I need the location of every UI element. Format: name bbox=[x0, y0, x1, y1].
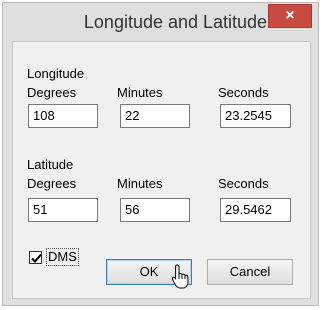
dialog-body: Longitude Degrees Minutes Seconds 108 22… bbox=[12, 41, 311, 299]
close-icon: × bbox=[285, 7, 295, 24]
longitude-seconds-label: Seconds bbox=[218, 85, 269, 100]
longitude-degrees-input[interactable]: 108 bbox=[28, 104, 98, 128]
latitude-seconds-label: Seconds bbox=[218, 176, 269, 191]
dms-checkbox-label[interactable]: DMS bbox=[46, 248, 79, 266]
latitude-section-label: Latitude bbox=[27, 157, 74, 172]
latitude-minutes-label: Minutes bbox=[117, 176, 163, 191]
longitude-degrees-label: Degrees bbox=[27, 85, 77, 100]
latitude-degrees-input[interactable]: 51 bbox=[28, 198, 98, 222]
close-button[interactable]: × bbox=[268, 4, 312, 28]
longitude-section-label: Longitude bbox=[27, 66, 85, 81]
latitude-minutes-input[interactable]: 56 bbox=[120, 198, 190, 222]
checkmark-icon bbox=[31, 253, 42, 263]
latitude-degrees-label: Degrees bbox=[27, 176, 77, 191]
mouse-pointer-icon bbox=[171, 264, 189, 289]
latitude-seconds-input[interactable]: 29.5462 bbox=[220, 198, 291, 222]
dms-checkbox[interactable] bbox=[29, 251, 42, 264]
longitude-seconds-input[interactable]: 23.2545 bbox=[220, 104, 291, 128]
cancel-button[interactable]: Cancel bbox=[207, 259, 293, 285]
longitude-minutes-label: Minutes bbox=[117, 85, 163, 100]
dialog-window: Longitude and Latitude × Longitude Degre… bbox=[2, 2, 319, 306]
longitude-minutes-input[interactable]: 22 bbox=[120, 104, 190, 128]
